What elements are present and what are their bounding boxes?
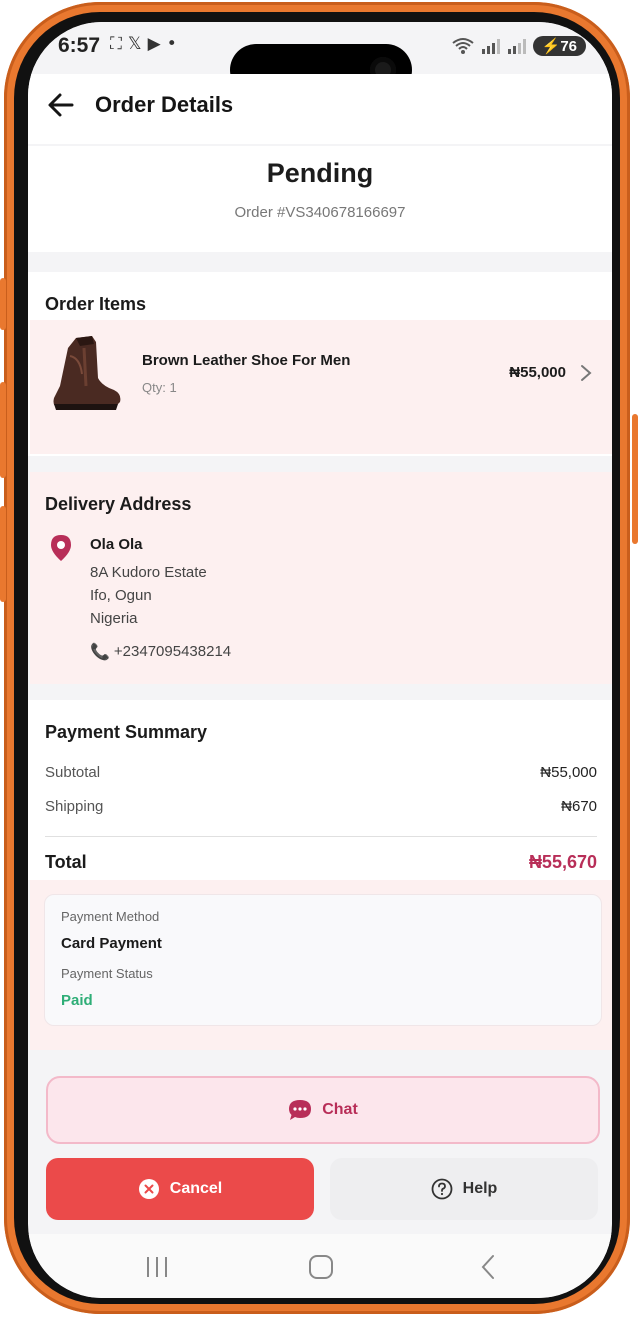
back-nav-icon[interactable] (474, 1252, 504, 1282)
cancel-button[interactable]: Cancel (46, 1158, 314, 1220)
chevron-right-icon (581, 365, 592, 381)
recipient-name: Ola Ola (90, 536, 143, 553)
system-nav-bar (28, 1234, 612, 1298)
recent-apps-icon[interactable] (142, 1252, 172, 1282)
payment-method-value: Card Payment (61, 935, 162, 952)
order-number: Order #VS340678166697 (234, 204, 406, 221)
recipient-phone: 📞 +2347095438214 (90, 642, 231, 661)
subtotal-label: Subtotal (45, 764, 101, 781)
divider (45, 836, 597, 837)
back-arrow-icon[interactable] (46, 90, 76, 120)
side-button (0, 382, 6, 478)
address-line: Nigeria (90, 610, 138, 627)
status-time: 6:57 (58, 34, 101, 57)
cancel-circle-icon (138, 1179, 159, 1199)
payment-summary-card: Payment Summary Subtotal ₦55,000 Shippin… (28, 700, 612, 880)
help-circle-icon (431, 1178, 453, 1200)
cancel-label: Cancel (169, 1180, 223, 1197)
home-icon[interactable] (306, 1252, 336, 1282)
help-button[interactable]: Help (330, 1158, 598, 1220)
screen: 6:57 ⛶𝕏▶• ⚡76 Order Details Pending Orde… (28, 22, 612, 1298)
order-status-card: Pending Order #VS340678166697 (28, 146, 612, 252)
signal-icon (507, 39, 526, 54)
item-name: Brown Leather Shoe For Men (142, 352, 351, 369)
screenshot-icon: ⛶ (110, 34, 128, 54)
total-value: ₦55,670 (528, 852, 597, 872)
order-item[interactable]: Brown Leather Shoe For Men Qty: 1 ₦55,00… (30, 320, 612, 454)
help-label: Help (462, 1180, 498, 1197)
shipping-value: ₦670 (561, 798, 597, 815)
item-price: ₦55,000 (509, 364, 566, 381)
wifi-icon (452, 38, 474, 54)
order-status: Pending (266, 158, 374, 188)
subtotal-value: ₦55,000 (540, 764, 597, 781)
bolt-icon: ⚡ (541, 38, 561, 55)
subtotal-row: Subtotal ₦55,000 (45, 764, 597, 781)
side-button (0, 278, 6, 330)
side-button (0, 506, 6, 602)
youtube-icon: ▶ (147, 34, 167, 54)
location-pin-icon (51, 535, 71, 561)
section-title-delivery-address: Delivery Address (45, 494, 192, 514)
chat-bubble-icon (289, 1100, 312, 1120)
notification-icons: ⛶𝕏▶• (110, 34, 183, 54)
signal-icon (481, 39, 500, 54)
order-items-card: Order Items Brown Leather Shoe For Men Q… (28, 272, 612, 456)
total-label: Total (45, 852, 87, 872)
app-bar: Order Details (28, 74, 612, 144)
battery-indicator: ⚡76 (532, 36, 586, 56)
page-title: Order Details (95, 92, 234, 117)
address-line: 8A Kudoro Estate (90, 564, 207, 581)
x-icon: 𝕏 (127, 34, 148, 54)
section-title-payment-summary: Payment Summary (45, 722, 208, 742)
battery-level: 76 (560, 38, 577, 55)
item-quantity: Qty: 1 (142, 380, 177, 395)
payment-status-label: Payment Status (61, 966, 153, 981)
shipping-row: Shipping ₦670 (45, 798, 597, 815)
delivery-address-card: Delivery Address Ola Ola 8A Kudoro Estat… (30, 472, 612, 684)
payment-info-section: Payment Method Card Payment Payment Stat… (30, 880, 612, 1050)
phone-icon: 📞 (90, 642, 110, 661)
total-row: Total ₦55,670 (45, 852, 597, 873)
phone-number: +2347095438214 (113, 643, 232, 660)
address-line: Ifo, Ogun (90, 587, 152, 604)
section-title-order-items: Order Items (45, 294, 147, 314)
side-button (632, 414, 638, 544)
chat-label: Chat (322, 1101, 358, 1118)
payment-method-label: Payment Method (61, 909, 160, 924)
payment-info-box: Payment Method Card Payment Payment Stat… (44, 894, 602, 1026)
payment-status-value: Paid (61, 992, 93, 1009)
chat-button[interactable]: Chat (46, 1076, 600, 1144)
shipping-label: Shipping (45, 798, 104, 815)
dot-icon: • (166, 34, 183, 54)
system-icons: ⚡76 (451, 36, 586, 56)
product-image (53, 336, 121, 410)
